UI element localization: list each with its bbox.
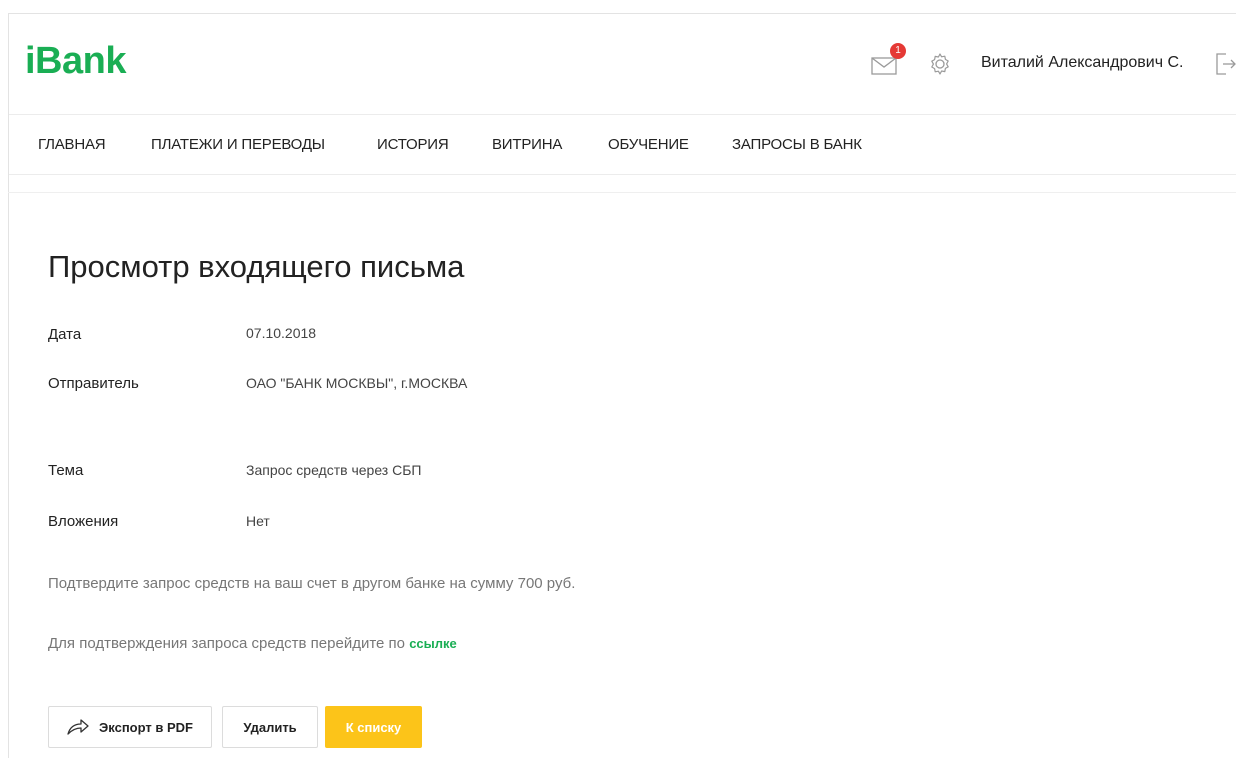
message-body-line2-text: Для подтверждения запроса средств перейд…	[48, 635, 406, 652]
sender-label: Отправитель	[48, 375, 139, 392]
to-list-button[interactable]: К списку	[325, 706, 422, 748]
user-name[interactable]: Виталий Александрович С.	[981, 54, 1183, 72]
page-title: Просмотр входящего письма	[48, 249, 465, 284]
sender-value: ОАО "БАНК МОСКВЫ", г.МОСКВА	[246, 375, 468, 391]
mail-badge: 1	[890, 43, 906, 59]
nav-item-history[interactable]: История	[377, 136, 449, 153]
logo[interactable]: iBank	[25, 40, 126, 83]
subject-value: Запрос средств через СБП	[246, 462, 422, 478]
nav-item-payments[interactable]: Платежи и переводы	[151, 136, 325, 153]
message-body-line1: Подтвердите запрос средств на ваш счет в…	[48, 575, 576, 592]
share-icon	[67, 719, 89, 735]
gear-icon[interactable]	[928, 52, 952, 76]
delete-button[interactable]: Удалить	[222, 706, 318, 748]
section-divider	[8, 192, 1236, 193]
confirm-link[interactable]: ссылке	[409, 636, 457, 651]
attachments-value: Нет	[246, 513, 270, 529]
nav-item-showcase[interactable]: Витрина	[492, 136, 562, 153]
mail-icon[interactable]	[871, 55, 897, 77]
nav-item-home[interactable]: Главная	[38, 136, 106, 153]
date-label: Дата	[48, 326, 82, 343]
nav-item-learning[interactable]: Обучение	[608, 136, 689, 153]
export-pdf-button[interactable]: Экспорт в PDF	[48, 706, 212, 748]
subject-label: Тема	[48, 462, 84, 479]
export-pdf-label: Экспорт в PDF	[99, 719, 193, 735]
nav-item-bank-requests[interactable]: Запросы в банк	[732, 136, 862, 153]
logout-icon[interactable]	[1214, 52, 1236, 76]
attachments-label: Вложения	[48, 513, 119, 530]
date-value: 07.10.2018	[246, 325, 317, 341]
message-body-line2: Для подтверждения запроса средств перейд…	[48, 632, 608, 655]
